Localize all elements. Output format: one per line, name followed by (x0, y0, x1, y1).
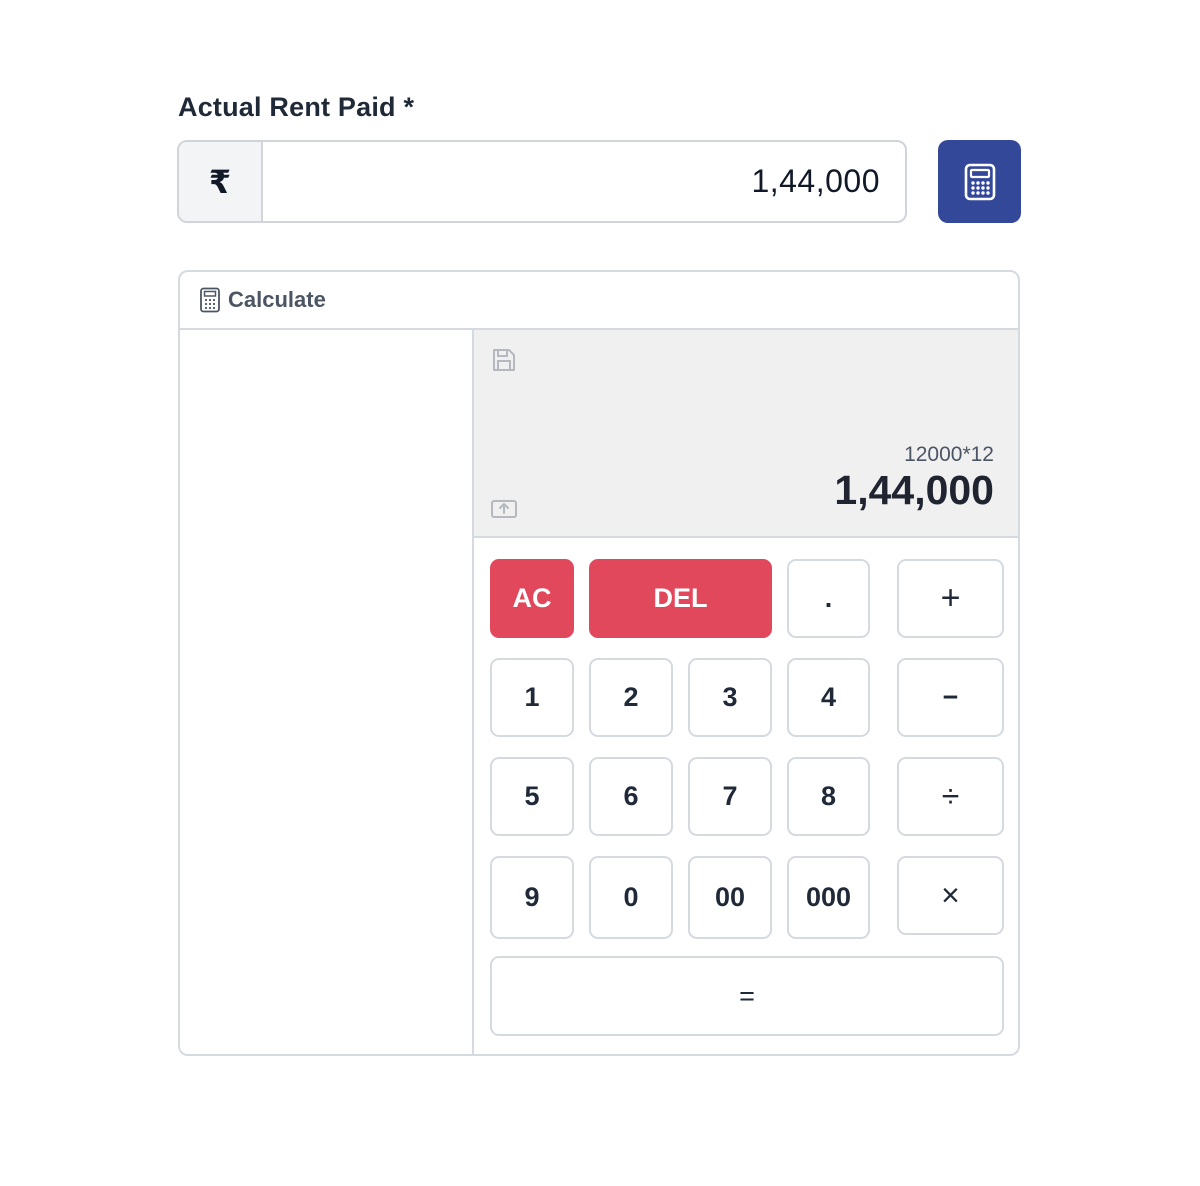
minus-button[interactable]: − (897, 658, 1004, 737)
save-icon[interactable] (490, 346, 518, 374)
open-calculator-button[interactable] (938, 140, 1021, 223)
result-text: 1,44,000 (834, 467, 994, 513)
currency-prefix: ₹ (179, 142, 263, 221)
calculator-panel-header: Calculate (180, 272, 1018, 330)
divide-button[interactable]: ÷ (897, 757, 1004, 836)
key-8[interactable]: 8 (787, 757, 870, 836)
multiply-button[interactable]: × (897, 856, 1004, 935)
key-5[interactable]: 5 (490, 757, 574, 836)
expression-text: 12000*12 (904, 443, 994, 466)
key-1[interactable]: 1 (490, 658, 574, 737)
key-000[interactable]: 000 (787, 856, 870, 939)
key-9[interactable]: 9 (490, 856, 574, 939)
rent-amount-input[interactable]: 1,44,000 (263, 142, 905, 221)
panel-title: Calculate (228, 287, 326, 312)
upload-icon[interactable] (490, 496, 518, 520)
del-button[interactable]: DEL (589, 559, 772, 638)
plus-button[interactable]: + (897, 559, 1004, 638)
equals-button[interactable]: = (490, 956, 1004, 1036)
calculator-display: 12000*12 1,44,000 (474, 330, 1018, 538)
key-0[interactable]: 0 (589, 856, 673, 939)
key-2[interactable]: 2 (589, 658, 673, 737)
key-4[interactable]: 4 (787, 658, 870, 737)
key-3[interactable]: 3 (688, 658, 772, 737)
key-7[interactable]: 7 (688, 757, 772, 836)
calculator-icon (964, 163, 995, 200)
ac-button[interactable]: AC (490, 559, 574, 638)
decimal-button[interactable]: . (787, 559, 870, 638)
key-6[interactable]: 6 (589, 757, 673, 836)
rent-amount-field[interactable]: ₹ 1,44,000 (177, 140, 907, 223)
calculator-panel: Calculate 12000*12 1,44,000 AC DEL . + 1… (178, 270, 1020, 1056)
history-area (180, 330, 474, 1054)
key-00[interactable]: 00 (688, 856, 772, 939)
field-label: Actual Rent Paid * (178, 92, 415, 122)
calculator-icon (200, 287, 220, 313)
